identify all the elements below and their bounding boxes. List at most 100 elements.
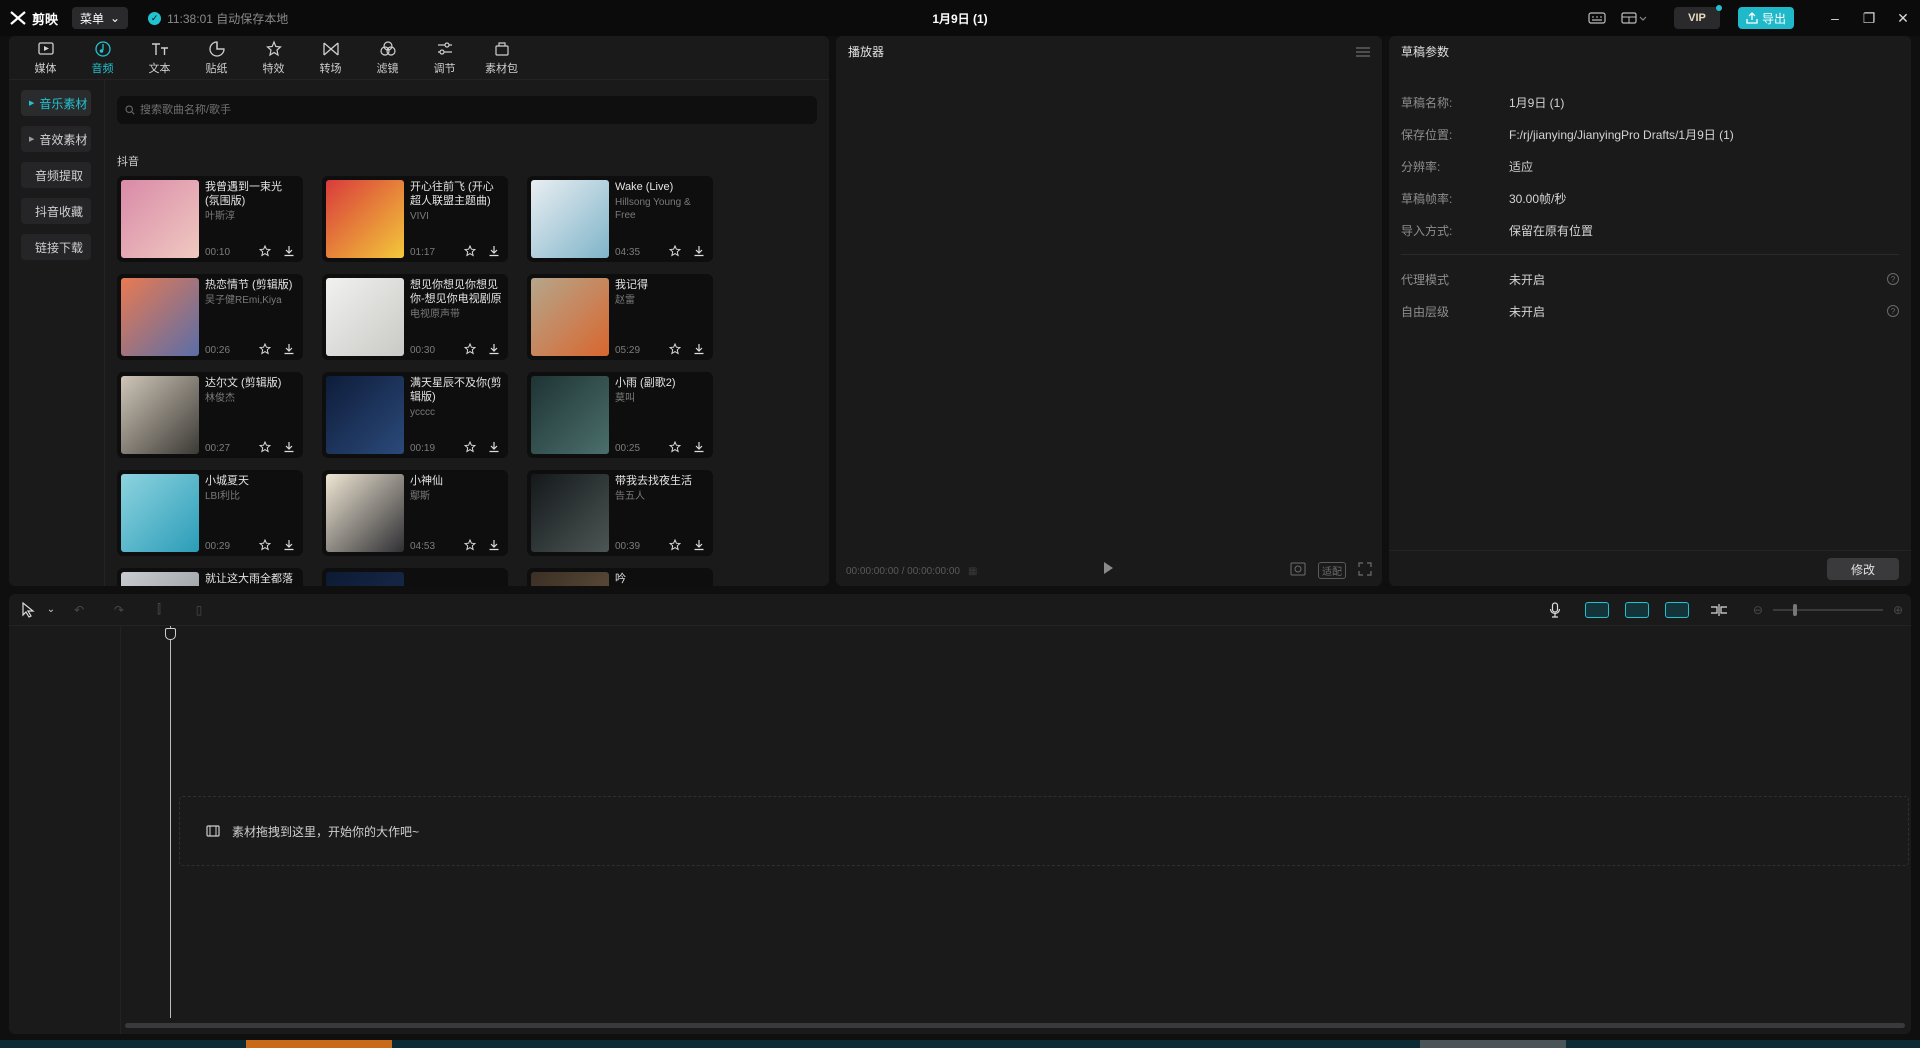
song-card[interactable]: 就让这大雨全都落 bbox=[117, 568, 303, 586]
undo-icon[interactable]: ↶ bbox=[59, 594, 99, 626]
album-cover[interactable] bbox=[326, 376, 404, 454]
help-icon[interactable]: ? bbox=[1887, 273, 1899, 285]
album-cover[interactable] bbox=[121, 180, 199, 258]
download-icon[interactable] bbox=[486, 243, 502, 259]
sidebar-item-music[interactable]: ▶ 音乐素材 bbox=[21, 90, 91, 116]
taskbar-item[interactable] bbox=[1420, 1040, 1566, 1048]
album-cover[interactable] bbox=[531, 572, 609, 586]
album-cover[interactable] bbox=[531, 278, 609, 356]
tab-sticker[interactable]: 贴纸 bbox=[188, 36, 245, 80]
tab-effects[interactable]: 特效 bbox=[245, 36, 302, 80]
restore-icon[interactable]: ❐ bbox=[1852, 0, 1886, 36]
download-icon[interactable] bbox=[281, 439, 297, 455]
song-card[interactable]: 小雨 (副歌2) 莫叫 00:25 bbox=[527, 372, 713, 458]
ratio-button[interactable]: 适配 bbox=[1318, 562, 1346, 579]
song-card[interactable]: 达尔文 (剪辑版) 林俊杰 00:27 bbox=[117, 372, 303, 458]
song-card[interactable]: 小神仙 鄢斯 04:53 bbox=[322, 470, 508, 556]
download-icon[interactable] bbox=[691, 341, 707, 357]
song-card[interactable] bbox=[322, 568, 508, 586]
tab-media[interactable]: 媒体 bbox=[17, 36, 74, 80]
zoom-slider-knob[interactable] bbox=[1792, 604, 1797, 616]
song-card[interactable]: 热恋情节 (剪辑版) 吴子健REmi,Kiya 00:26 bbox=[117, 274, 303, 360]
favorite-star-icon[interactable] bbox=[257, 439, 273, 455]
keyboard-shortcut-icon[interactable] bbox=[1582, 6, 1612, 30]
search-input[interactable] bbox=[140, 104, 740, 116]
download-icon[interactable] bbox=[281, 341, 297, 357]
song-card[interactable]: Wake (Live) Hillsong Young & Free 04:35 bbox=[527, 176, 713, 262]
tab-adjust[interactable]: 调节 bbox=[416, 36, 473, 80]
select-tool-icon[interactable] bbox=[13, 594, 43, 626]
delete-icon[interactable]: ▯ bbox=[179, 594, 219, 626]
zoom-in-icon[interactable]: ⊕ bbox=[1893, 603, 1903, 617]
album-cover[interactable] bbox=[531, 180, 609, 258]
favorite-star-icon[interactable] bbox=[667, 537, 683, 553]
download-icon[interactable] bbox=[691, 243, 707, 259]
timeline-drop-zone[interactable]: 素材拖拽到这里，开始你的大作吧~ bbox=[179, 796, 1909, 866]
album-cover[interactable] bbox=[121, 278, 199, 356]
tab-transition[interactable]: 转场 bbox=[302, 36, 359, 80]
song-card[interactable]: 满天星辰不及你(剪辑版) ycccc 00:19 bbox=[322, 372, 508, 458]
taskbar-item[interactable] bbox=[246, 1040, 392, 1048]
song-card[interactable]: 吟 bbox=[527, 568, 713, 586]
playhead-handle[interactable] bbox=[165, 628, 176, 640]
vip-badge[interactable]: VIP bbox=[1673, 5, 1722, 29]
download-icon[interactable] bbox=[691, 439, 707, 455]
favorite-star-icon[interactable] bbox=[257, 243, 273, 259]
album-cover[interactable] bbox=[121, 572, 199, 586]
menu-icon[interactable] bbox=[1356, 46, 1370, 60]
auto-snap-icon[interactable] bbox=[1619, 599, 1655, 621]
fullscreen-icon[interactable] bbox=[1358, 562, 1372, 579]
split-icon[interactable]: ⫿ bbox=[139, 594, 179, 626]
favorite-star-icon[interactable] bbox=[462, 243, 478, 259]
album-cover[interactable] bbox=[121, 376, 199, 454]
tab-audio[interactable]: 音频 bbox=[74, 36, 131, 80]
album-cover[interactable] bbox=[531, 376, 609, 454]
download-icon[interactable] bbox=[486, 537, 502, 553]
microphone-icon[interactable] bbox=[1535, 594, 1575, 626]
timeline-scrollbar[interactable] bbox=[125, 1023, 1905, 1028]
export-button[interactable]: 导出 bbox=[1737, 7, 1794, 29]
song-card[interactable]: 想见你想见你想见你-想见你电视剧原声带电视原声带 00:30 bbox=[322, 274, 508, 360]
favorite-star-icon[interactable] bbox=[667, 243, 683, 259]
album-cover[interactable] bbox=[531, 474, 609, 552]
close-icon[interactable]: ✕ bbox=[1886, 0, 1920, 36]
sidebar-item-sound-effects[interactable]: ▶ 音效素材 bbox=[21, 126, 91, 152]
song-card[interactable]: 我曾遇到一束光 (氛围版) 叶斯淳 00:10 bbox=[117, 176, 303, 262]
favorite-star-icon[interactable] bbox=[667, 341, 683, 357]
download-icon[interactable] bbox=[486, 439, 502, 455]
sidebar-item-audio-extract[interactable]: 音频提取 bbox=[21, 162, 91, 188]
song-card[interactable]: 带我去找夜生活 告五人 00:39 bbox=[527, 470, 713, 556]
linkage-icon[interactable] bbox=[1659, 599, 1695, 621]
song-card[interactable]: 开心往前飞 (开心超人联盟主题曲) VIVI 01:17 bbox=[322, 176, 508, 262]
album-cover[interactable] bbox=[121, 474, 199, 552]
sidebar-item-douyin-favorites[interactable]: 抖音收藏 bbox=[21, 198, 91, 224]
download-icon[interactable] bbox=[691, 537, 707, 553]
tab-text[interactable]: 文本 bbox=[131, 36, 188, 80]
song-card[interactable]: 我记得 赵雷 05:29 bbox=[527, 274, 713, 360]
timeline-view-icon[interactable]: ▦ bbox=[968, 566, 977, 577]
favorite-star-icon[interactable] bbox=[462, 439, 478, 455]
sidebar-item-link-download[interactable]: 链接下载 bbox=[21, 234, 91, 260]
album-cover[interactable] bbox=[326, 180, 404, 258]
download-icon[interactable] bbox=[486, 341, 502, 357]
modify-button[interactable]: 修改 bbox=[1827, 558, 1899, 580]
tab-package[interactable]: 素材包 bbox=[473, 36, 530, 80]
download-icon[interactable] bbox=[281, 537, 297, 553]
favorite-star-icon[interactable] bbox=[257, 537, 273, 553]
play-button[interactable] bbox=[1102, 561, 1114, 578]
zoom-out-icon[interactable]: ⊖ bbox=[1753, 603, 1763, 617]
zoom-slider[interactable] bbox=[1772, 604, 1883, 616]
help-icon[interactable]: ? bbox=[1887, 305, 1899, 317]
redo-icon[interactable]: ↷ bbox=[99, 594, 139, 626]
favorite-star-icon[interactable] bbox=[667, 439, 683, 455]
chevron-down-icon[interactable]: ⌄ bbox=[43, 594, 59, 626]
favorite-star-icon[interactable] bbox=[462, 341, 478, 357]
album-cover[interactable] bbox=[326, 278, 404, 356]
download-icon[interactable] bbox=[281, 243, 297, 259]
snapshot-icon[interactable] bbox=[1290, 562, 1306, 579]
favorite-star-icon[interactable] bbox=[462, 537, 478, 553]
favorite-star-icon[interactable] bbox=[257, 341, 273, 357]
tab-filter[interactable]: 滤镜 bbox=[359, 36, 416, 80]
song-card[interactable]: 小城夏天 LBI利比 00:29 bbox=[117, 470, 303, 556]
minimize-icon[interactable]: – bbox=[1818, 0, 1852, 36]
